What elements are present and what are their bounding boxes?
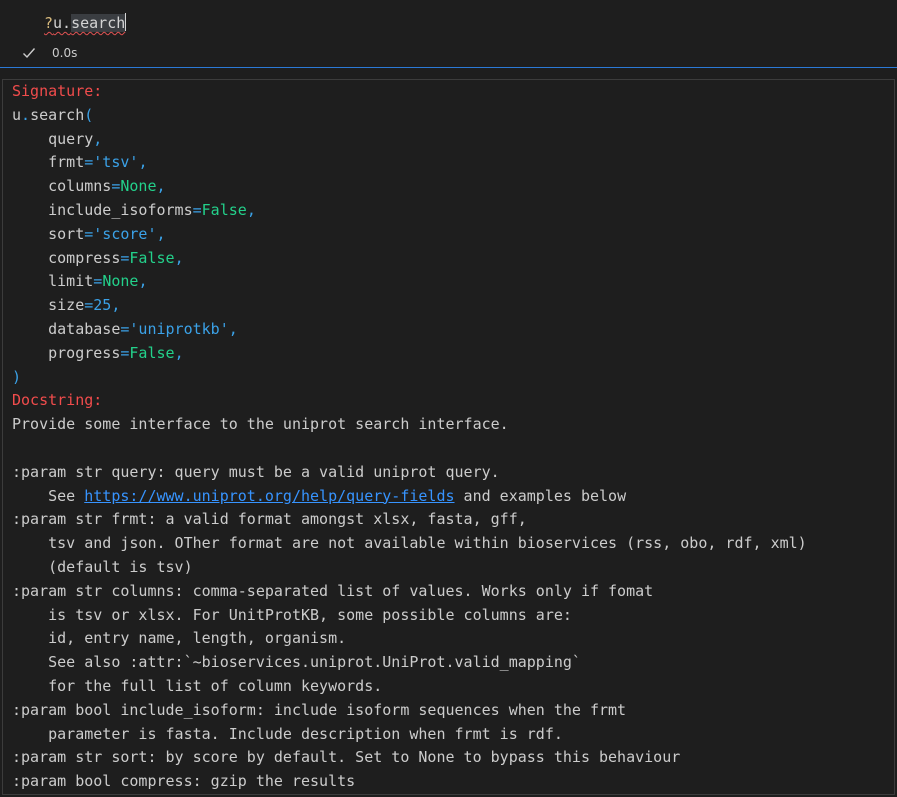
signature-header: Signature: xyxy=(12,82,103,100)
signature-param-query: query, xyxy=(12,130,102,148)
text-cursor xyxy=(125,13,127,31)
param-default-value: False xyxy=(129,343,175,362)
param-comma: , xyxy=(138,153,148,172)
param-comma: , xyxy=(228,319,238,338)
param-equals: = xyxy=(84,224,94,243)
param-comma: , xyxy=(246,200,256,219)
output-text: Signature: u.search( query, frmt='tsv', … xyxy=(12,80,807,794)
docstring-line: :param bool include_isoform: include iso… xyxy=(12,700,627,719)
param-name: database xyxy=(48,319,121,338)
param-name: compress xyxy=(48,248,121,267)
param-name: progress xyxy=(48,343,121,362)
docstring-line: :param bool compress: gzip the results xyxy=(12,772,356,791)
code-editor-line[interactable]: ?u.search xyxy=(44,12,127,34)
param-default-value: False xyxy=(129,248,175,267)
param-default-value: None xyxy=(102,272,139,291)
signature-params: query, frmt='tsv', columns=None, include… xyxy=(12,130,256,362)
docstring-line: :param str sort: by score by default. Se… xyxy=(12,748,681,767)
code-selected-word: search xyxy=(71,14,126,32)
param-comma: , xyxy=(156,224,166,243)
signature-param-sort: sort='score', xyxy=(12,224,166,243)
param-comma: , xyxy=(111,296,121,315)
param-default-value: 25 xyxy=(93,296,112,315)
docstring-line: is tsv or xlsx. For UnitProtKB, some pos… xyxy=(12,605,572,624)
signature-param-progress: progress=False, xyxy=(12,343,184,362)
signature-param-include_isoforms: include_isoforms=False, xyxy=(12,201,256,219)
docstring-line: :param str query: query must be a valid … xyxy=(12,462,500,481)
param-comma: , xyxy=(93,129,103,148)
param-default-value: 'score' xyxy=(93,224,157,243)
docstring-line: :param str frmt: a valid format amongst … xyxy=(12,510,527,529)
param-default-value: 'tsv' xyxy=(93,153,139,172)
signature-param-database: database='uniprotkb', xyxy=(12,320,238,338)
docstring-line: See xyxy=(12,486,85,505)
param-default-value: None xyxy=(120,177,157,196)
param-equals: = xyxy=(84,296,94,315)
signature-param-compress: compress=False, xyxy=(12,248,184,267)
docstring-line: tsv and json. OTher format are not avail… xyxy=(12,534,807,553)
param-name: frmt xyxy=(48,153,85,172)
param-name: columns xyxy=(48,177,112,196)
param-name: sort xyxy=(48,224,85,243)
param-comma: , xyxy=(174,248,184,267)
help-operator: ? xyxy=(44,14,54,32)
signature-param-size: size=25, xyxy=(12,296,120,314)
cell-output: Signature: u.search( query, frmt='tsv', … xyxy=(2,79,895,795)
docstring-header: Docstring: xyxy=(12,391,103,410)
query-fields-link[interactable]: https://www.uniprot.org/help/query-field… xyxy=(84,487,454,505)
check-icon xyxy=(23,48,36,59)
docstring-line: parameter is fasta. Include description … xyxy=(12,724,563,743)
docstring-line: :param str columns: comma-separated list… xyxy=(12,581,654,600)
docstring-summary: Provide some interface to the uniprot se… xyxy=(12,415,509,434)
docstring-line: (default is tsv) xyxy=(12,557,193,576)
param-equals: = xyxy=(93,272,103,291)
signature-param-columns: columns=None, xyxy=(12,177,166,196)
signature-param-limit: limit=None, xyxy=(12,272,147,290)
param-equals: = xyxy=(84,153,94,172)
param-name: limit xyxy=(48,272,94,291)
code-object: u. xyxy=(53,14,72,32)
param-default-value: 'uniprotkb' xyxy=(129,319,229,338)
signature-func-close: ) xyxy=(12,367,22,386)
param-name: size xyxy=(48,296,85,315)
code-cell-input[interactable]: ?u.search 0.0s xyxy=(0,0,897,68)
docstring-link-suffix: and examples below xyxy=(454,486,627,505)
docstring-line: for the full list of column keywords. xyxy=(12,676,383,695)
param-name: include_isoforms xyxy=(48,200,193,219)
param-comma: , xyxy=(138,272,148,291)
param-equals: = xyxy=(192,200,202,219)
param-default-value: False xyxy=(201,200,247,219)
signature-func-open: u.search( xyxy=(12,105,94,124)
signature-param-frmt: frmt='tsv', xyxy=(12,153,147,171)
param-comma: , xyxy=(174,343,184,362)
execution-status: 0.0s xyxy=(22,44,77,62)
execution-time: 0.0s xyxy=(52,46,78,60)
param-name: query xyxy=(48,129,94,148)
docstring-line: id, entry name, length, organism. xyxy=(12,629,347,648)
docstring-line: See also :attr:`~bioservices.uniprot.Uni… xyxy=(12,653,581,672)
param-comma: , xyxy=(156,177,166,196)
